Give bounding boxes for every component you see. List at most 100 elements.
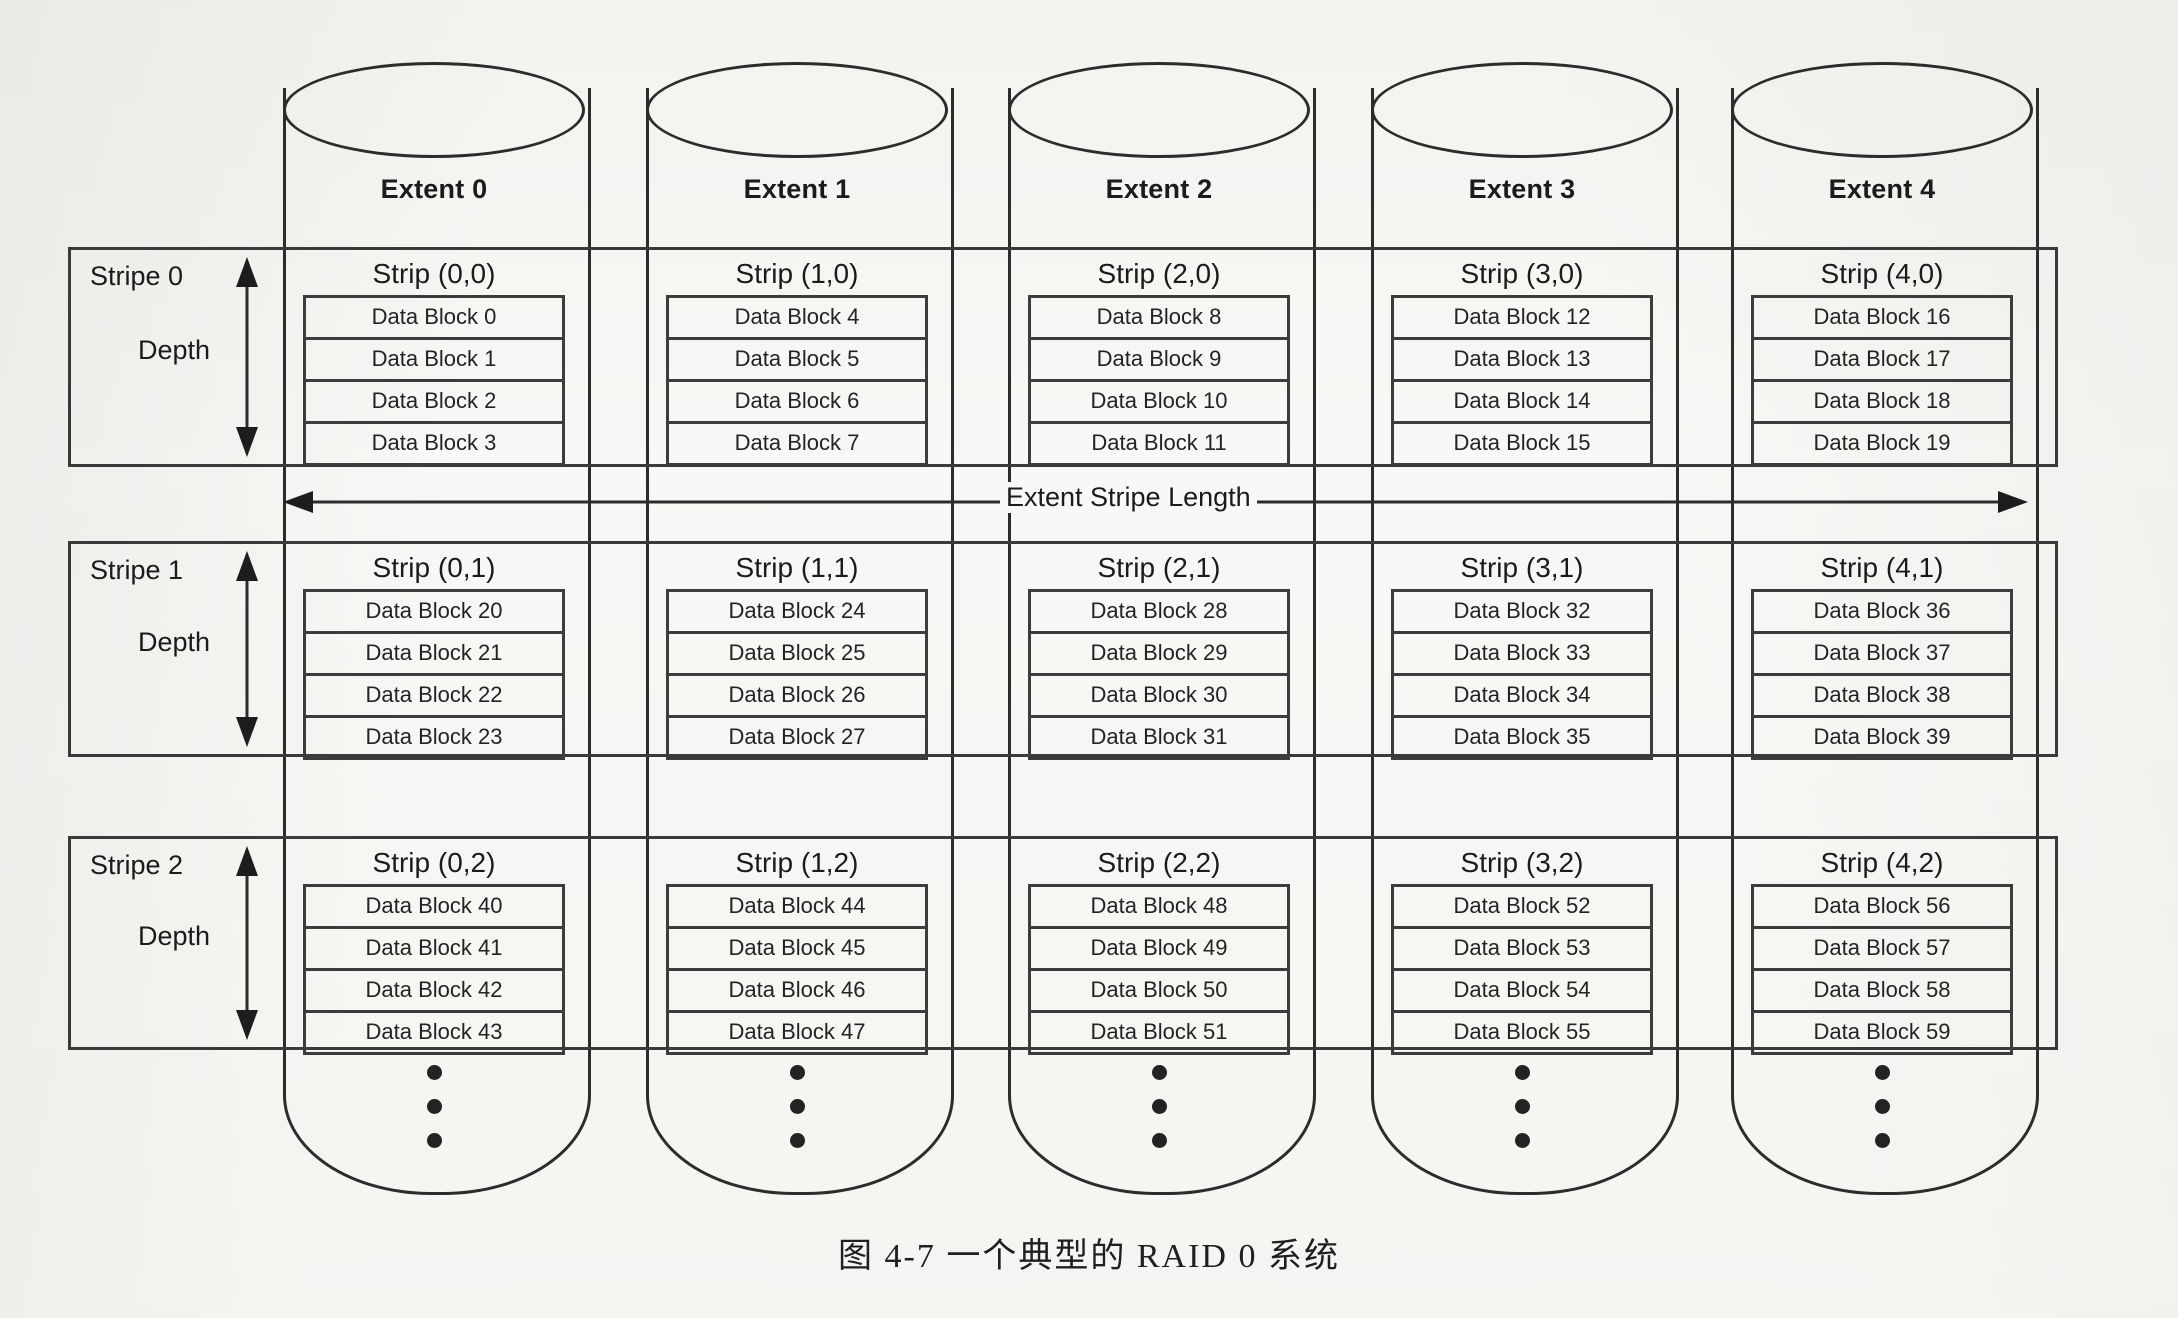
data-block: Data Block 24 <box>669 592 925 634</box>
strip-0-2: Strip (0,2) Data Block 40 Data Block 41 Dat… <box>283 847 585 1055</box>
figure-page: Extent 0 Extent 1 Extent 2 Extent 3 Extent 4… <box>0 0 2178 1318</box>
data-block: Data Block 32 <box>1394 592 1650 634</box>
ellipsis-dot <box>426 1065 442 1080</box>
depth-arrow-1 <box>236 551 258 747</box>
strip-title-2-1: Strip (2,1) <box>1097 552 1221 583</box>
data-block: Data Block 16 <box>1754 298 2010 340</box>
stripe-label-2: Stripe 2 <box>90 850 184 880</box>
data-block: Data Block 31 <box>1090 724 1228 749</box>
strip-block-box-0-2: Data Block 40 Data Block 41 Data Block 42 D… <box>303 884 565 1055</box>
strip-1-1: Strip (1,1) Data Block 24 Data Block 25 Dat… <box>646 552 948 760</box>
stripe-label-1: Stripe 1 <box>90 555 184 585</box>
data-block: Data Block 11 <box>1091 430 1227 455</box>
data-block: Data Block 34 <box>1394 676 1650 718</box>
raid0-diagram: Extent 0 Extent 1 Extent 2 Extent 3 Extent 4… <box>0 0 2178 1318</box>
strip-2-1: Strip (2,1) Data Block 28 Data Block 29 Dat… <box>1008 552 1310 760</box>
strip-title-0-2: Strip (0,2) <box>372 847 496 878</box>
data-block: Data Block 36 <box>1754 592 2010 634</box>
data-block: Data Block 12 <box>1394 298 1650 340</box>
extent-stripe-length-label: Extent Stripe Length <box>1000 482 1257 513</box>
data-block: Data Block 0 <box>306 298 562 340</box>
data-block: Data Block 14 <box>1394 382 1650 424</box>
vertical-ellipsis-3 <box>1371 1065 1673 1148</box>
data-block: Data Block 9 <box>1031 340 1287 382</box>
depth-label-1: Depth <box>138 627 211 657</box>
data-block: Data Block 44 <box>669 887 925 929</box>
ellipsis-dot <box>1874 1099 1890 1114</box>
data-block: Data Block 19 <box>1813 430 1951 455</box>
data-block: Data Block 41 <box>306 929 562 971</box>
data-block: Data Block 57 <box>1754 929 2010 971</box>
strip-block-box-2-2: Data Block 48 Data Block 49 Data Block 50 D… <box>1028 884 1290 1055</box>
ellipsis-dot <box>1874 1065 1890 1080</box>
data-block: Data Block 27 <box>728 724 866 749</box>
ellipsis-dot <box>1514 1133 1530 1148</box>
strip-1-2: Strip (1,2) Data Block 44 Data Block 45 Dat… <box>646 847 948 1055</box>
strip-title-4-0: Strip (4,0) <box>1820 258 1944 289</box>
data-block: Data Block 25 <box>669 634 925 676</box>
data-block: Data Block 47 <box>728 1019 866 1044</box>
data-block: Data Block 28 <box>1031 592 1287 634</box>
data-block: Data Block 35 <box>1453 724 1591 749</box>
cylinder-top-ellipse-icon <box>283 62 585 158</box>
cylinder-top-ellipse-icon <box>1371 62 1673 158</box>
ellipsis-dot <box>426 1099 442 1114</box>
strip-title-3-0: Strip (3,0) <box>1460 258 1584 289</box>
strip-3-2: Strip (3,2) Data Block 52 Data Block 53 Dat… <box>1371 847 1673 1055</box>
data-block: Data Block 42 <box>306 971 562 1013</box>
cylinder-top-ellipse-icon <box>646 62 948 158</box>
strip-block-box-1-1: Data Block 24 Data Block 25 Data Block 26 D… <box>666 589 928 760</box>
strip-block-box-2-0: Data Block 8 Data Block 9 Data Block 10 Dat… <box>1028 295 1290 466</box>
data-block: Data Block 45 <box>669 929 925 971</box>
data-block: Data Block 15 <box>1453 430 1591 455</box>
strip-4-0: Strip (4,0) Data Block 16 Data Block 17 Dat… <box>1731 258 2033 466</box>
data-block: Data Block 58 <box>1754 971 2010 1013</box>
data-block: Data Block 1 <box>306 340 562 382</box>
data-block: Data Block 46 <box>669 971 925 1013</box>
depth-label-2: Depth <box>138 921 211 951</box>
ellipsis-dot <box>789 1065 805 1080</box>
strip-0-0: Strip (0,0) Data Block 0 Data Block 1 Data … <box>283 258 585 466</box>
depth-label-0: Depth <box>138 335 211 365</box>
data-block: Data Block 21 <box>306 634 562 676</box>
data-block: Data Block 50 <box>1031 971 1287 1013</box>
data-block: Data Block 48 <box>1031 887 1287 929</box>
depth-arrow-2 <box>236 846 258 1040</box>
data-block: Data Block 38 <box>1754 676 2010 718</box>
data-block: Data Block 49 <box>1031 929 1287 971</box>
data-block: Data Block 6 <box>669 382 925 424</box>
ellipsis-dot <box>789 1099 805 1114</box>
strip-block-box-3-2: Data Block 52 Data Block 53 Data Block 54 D… <box>1391 884 1653 1055</box>
strip-block-box-3-0: Data Block 12 Data Block 13 Data Block 14 D… <box>1391 295 1653 466</box>
extent-label-1: Extent 1 <box>743 174 851 204</box>
strip-title-3-1: Strip (3,1) <box>1460 552 1584 583</box>
ellipsis-dot <box>789 1133 805 1148</box>
data-block: Data Block 10 <box>1031 382 1287 424</box>
strip-title-2-2: Strip (2,2) <box>1097 847 1221 878</box>
data-block: Data Block 5 <box>669 340 925 382</box>
strip-block-box-1-0: Data Block 4 Data Block 5 Data Block 6 Data… <box>666 295 928 466</box>
stripe-label-0: Stripe 0 <box>90 261 184 291</box>
data-block: Data Block 13 <box>1394 340 1650 382</box>
extent-label-3: Extent 3 <box>1468 174 1576 204</box>
strip-block-box-4-1: Data Block 36 Data Block 37 Data Block 38 D… <box>1751 589 2013 760</box>
strip-4-1: Strip (4,1) Data Block 36 Data Block 37 Dat… <box>1731 552 2033 760</box>
cylinder-top-ellipse-icon <box>1731 62 2033 158</box>
figure-caption: 图 4-7 一个典型的 RAID 0 系统 <box>838 1238 1340 1275</box>
extent-label-2: Extent 2 <box>1105 174 1213 204</box>
data-block: Data Block 53 <box>1394 929 1650 971</box>
vertical-ellipsis-1 <box>646 1065 948 1148</box>
cylinder-top-ellipse-icon <box>1008 62 1310 158</box>
data-block: Data Block 56 <box>1754 887 2010 929</box>
strip-block-box-4-0: Data Block 16 Data Block 17 Data Block 18 D… <box>1751 295 2013 466</box>
data-block: Data Block 20 <box>306 592 562 634</box>
strip-title-4-1: Strip (4,1) <box>1820 552 1944 583</box>
strip-2-2: Strip (2,2) Data Block 48 Data Block 49 Dat… <box>1008 847 1310 1055</box>
data-block: Data Block 17 <box>1754 340 2010 382</box>
strip-block-box-2-1: Data Block 28 Data Block 29 Data Block 30 D… <box>1028 589 1290 760</box>
vertical-ellipsis-0 <box>283 1065 585 1148</box>
strip-title-1-2: Strip (1,2) <box>735 847 859 878</box>
strip-3-1: Strip (3,1) Data Block 32 Data Block 33 Dat… <box>1371 552 1673 760</box>
strip-0-1: Strip (0,1) Data Block 20 Data Block 21 Dat… <box>283 552 585 760</box>
strip-4-2: Strip (4,2) Data Block 56 Data Block 57 Dat… <box>1731 847 2033 1055</box>
